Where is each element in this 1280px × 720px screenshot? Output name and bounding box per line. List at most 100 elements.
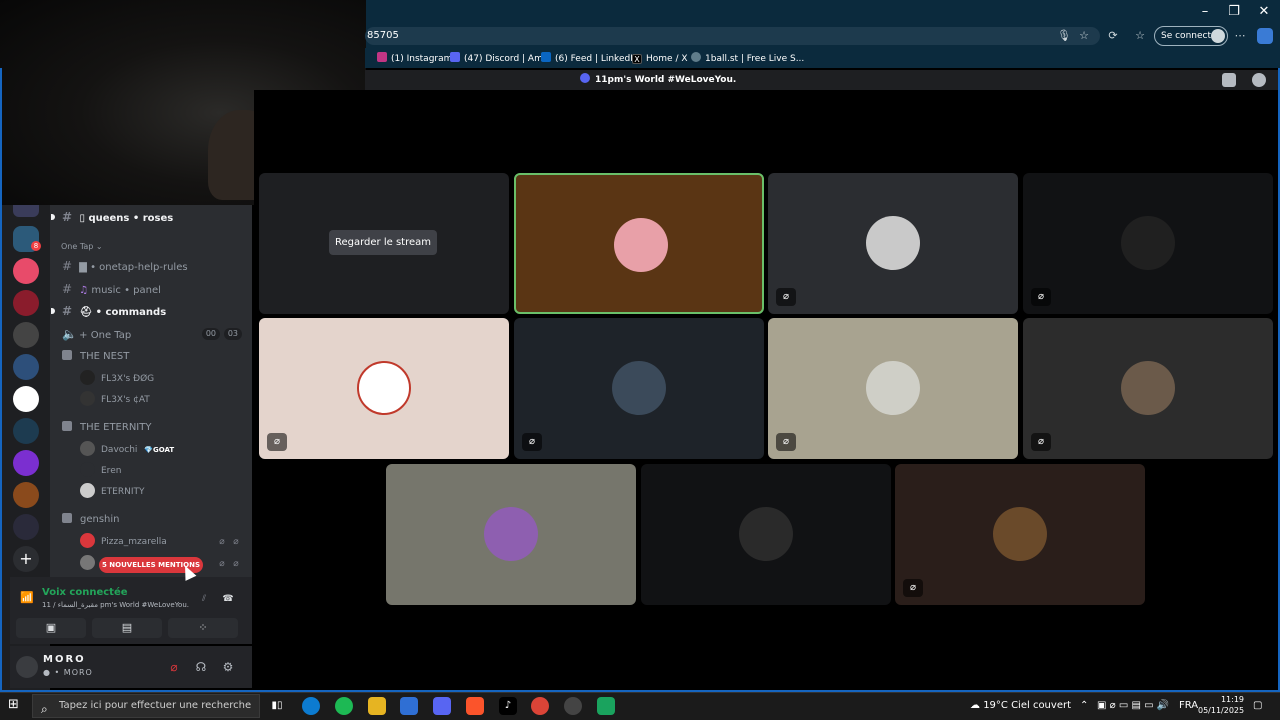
star-icon[interactable]: ☆ xyxy=(1076,28,1092,44)
bookmark-x[interactable]: X Home / X xyxy=(632,52,688,66)
channel-music-panel[interactable]: # ♫ music • panel xyxy=(62,280,161,298)
member-name: ETERNITY xyxy=(101,487,145,497)
channel-queens-roses[interactable]: # ▯ queens • roses xyxy=(62,208,173,226)
video-tile[interactable]: ⌀ xyxy=(1023,318,1273,459)
lock-icon xyxy=(62,350,72,360)
taskbar-search[interactable]: ⌕ Tapez ici pour effectuer une recherche xyxy=(32,694,260,718)
voice-member[interactable]: Davochi 💎GOAT xyxy=(80,441,174,459)
brave-icon[interactable] xyxy=(466,697,484,715)
globe-icon xyxy=(691,52,701,62)
video-tile[interactable]: ⌀ xyxy=(895,464,1145,605)
server-icon[interactable] xyxy=(13,514,39,540)
server-icon[interactable] xyxy=(13,322,39,348)
copilot-icon[interactable] xyxy=(1257,28,1273,44)
settings-gear-icon[interactable]: ⚙ xyxy=(219,658,237,676)
server-icon[interactable] xyxy=(13,482,39,508)
noise-suppression-icon[interactable]: ⫽ xyxy=(198,594,210,606)
store-icon[interactable] xyxy=(400,697,418,715)
minimize-icon[interactable]: – xyxy=(1190,2,1220,22)
tray-icons[interactable]: ▣ ⌀ ▭ ▤ ▭ 🔊 xyxy=(1097,700,1169,711)
disconnect-icon[interactable]: ☎ xyxy=(222,594,234,606)
video-tile[interactable]: ⌀ xyxy=(768,173,1018,314)
bookmark-1ball[interactable]: 1ball.st | Free Live S... xyxy=(691,52,804,66)
avatar xyxy=(993,507,1047,561)
hash-icon: # xyxy=(62,304,73,318)
spotify-icon[interactable] xyxy=(335,697,353,715)
server-icon[interactable] xyxy=(13,450,39,476)
app-icon[interactable] xyxy=(564,697,582,715)
activities-button[interactable]: ⁘ xyxy=(168,618,238,638)
channel-commands[interactable]: # ⛑ • commands xyxy=(62,302,166,320)
video-tile-speaking[interactable] xyxy=(514,173,764,314)
video-tile-stream[interactable]: Regarder le stream xyxy=(259,173,509,314)
file-explorer-icon[interactable] xyxy=(368,697,386,715)
server-icon[interactable] xyxy=(13,386,39,412)
sign-in-button[interactable]: Se connecter xyxy=(1154,26,1228,46)
discord-app-icon[interactable] xyxy=(433,697,451,715)
server-icon[interactable] xyxy=(13,290,39,316)
extensions-icon[interactable]: ⟳ xyxy=(1105,28,1121,44)
headphones-icon[interactable]: ☊ xyxy=(192,658,210,676)
username[interactable]: MORO xyxy=(43,654,86,665)
voice-status-text[interactable]: Voix connectée xyxy=(42,587,128,598)
watch-stream-button[interactable]: Regarder le stream xyxy=(329,230,437,255)
video-tile[interactable]: ⌀ xyxy=(768,318,1018,459)
video-tile[interactable]: ⌀ xyxy=(514,318,764,459)
tray-chevron-icon[interactable]: ⌃ xyxy=(1080,700,1088,711)
bookmark-linkedin[interactable]: (6) Feed | LinkedIn xyxy=(541,52,639,66)
lock-icon xyxy=(62,513,72,523)
windows-start-icon[interactable]: ⊞ xyxy=(8,698,22,712)
muted-mic-icon: ⌀ xyxy=(776,288,796,306)
video-tile[interactable] xyxy=(386,464,636,605)
voice-channel-the-nest[interactable]: THE NEST xyxy=(62,348,129,366)
channel-onetap-help-rules[interactable]: # ▇ • onetap-help-rules xyxy=(62,257,188,275)
close-icon[interactable]: ✕ xyxy=(1249,2,1279,22)
tiktok-icon[interactable]: ♪ xyxy=(499,697,517,715)
bookmark-instagram[interactable]: (1) Instagram xyxy=(377,52,452,66)
mute-mic-icon[interactable]: ⌀ xyxy=(165,658,183,676)
voice-member[interactable]: FL3X's ÐØG xyxy=(80,370,154,388)
voice-member[interactable] xyxy=(80,555,101,573)
video-tile[interactable]: ⌀ xyxy=(259,318,509,459)
avatar xyxy=(80,462,95,477)
voice-member[interactable]: Pizza_mzarella xyxy=(80,533,167,551)
camera-toggle-button[interactable]: ▣ xyxy=(16,618,86,638)
restore-icon[interactable]: ❐ xyxy=(1219,2,1249,22)
inbox-icon[interactable] xyxy=(1222,73,1236,87)
channel-label: genshin xyxy=(80,514,120,525)
clock[interactable]: 11:19 05/11/2025 xyxy=(1198,694,1244,716)
chrome-icon[interactable] xyxy=(531,697,549,715)
voice-channel-one-tap[interactable]: 🔈 + One Tap 00 03 xyxy=(62,325,242,343)
avatar[interactable] xyxy=(16,656,38,678)
voice-channel-the-eternity[interactable]: THE ETERNITY xyxy=(62,419,151,437)
voice-member[interactable]: Eren xyxy=(80,462,121,480)
app-icon[interactable] xyxy=(597,697,615,715)
weather-widget[interactable]: ☁ 19°C Ciel couvert xyxy=(970,700,1071,711)
server-icon[interactable] xyxy=(13,205,39,217)
favorites-icon[interactable]: ☆ xyxy=(1132,28,1148,44)
more-icon[interactable]: ⋯ xyxy=(1232,28,1248,44)
bookmark-discord[interactable]: (47) Discord | Amis xyxy=(450,52,550,66)
language-indicator[interactable]: FRA xyxy=(1179,700,1198,711)
mic-icon[interactable]: 🎙 xyxy=(1056,28,1072,44)
screen-share-button[interactable]: ▤ xyxy=(92,618,162,638)
notifications-icon[interactable]: ▢ xyxy=(1253,700,1262,711)
voice-channel-genshin[interactable]: genshin xyxy=(62,511,120,529)
server-icon[interactable] xyxy=(13,354,39,380)
help-icon[interactable] xyxy=(1252,73,1266,87)
screen-share-icon: ▤ xyxy=(121,621,133,634)
add-server-icon[interactable]: + xyxy=(13,546,39,572)
video-tile[interactable] xyxy=(641,464,891,605)
edge-icon[interactable] xyxy=(302,697,320,715)
voice-member[interactable]: FL3X's ¢AT xyxy=(80,391,150,409)
voice-member[interactable]: ETERNITY xyxy=(80,483,145,501)
voice-channel-link[interactable]: 11 / مقبرة_السماء pm's World #WeLoveYou. xyxy=(42,601,189,609)
address-bar[interactable]: 85705 xyxy=(365,27,1100,45)
video-tile[interactable]: ⌀ xyxy=(1023,173,1273,314)
goat-tag: 💎GOAT xyxy=(144,446,175,454)
avatar xyxy=(80,391,95,406)
category-one-tap[interactable]: One Tap ⌄ xyxy=(61,242,103,251)
task-view-icon[interactable]: ▮▯ xyxy=(268,697,286,715)
server-icon[interactable] xyxy=(13,258,39,284)
server-icon[interactable] xyxy=(13,418,39,444)
